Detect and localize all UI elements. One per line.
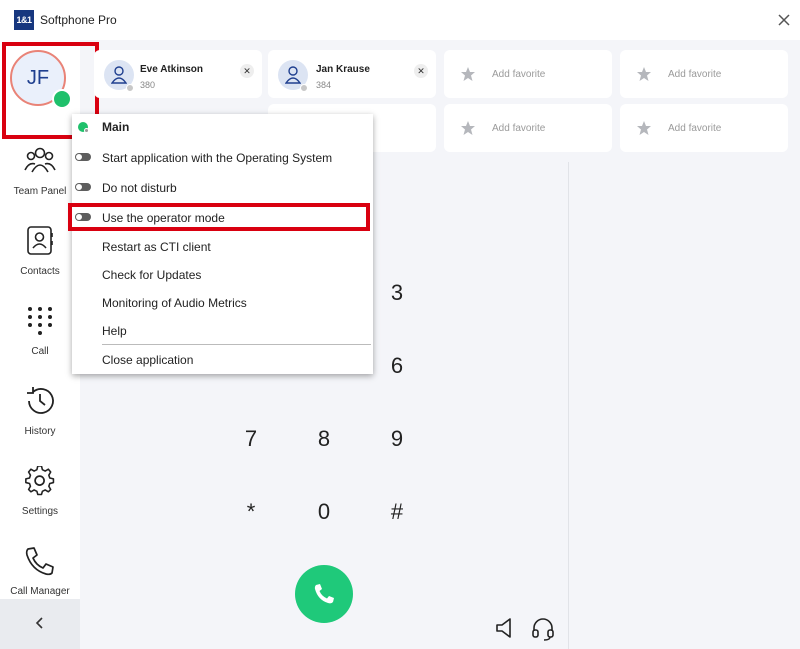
sidebar-collapse-button[interactable] — [0, 599, 80, 649]
gear-icon — [25, 466, 55, 496]
menu-title: Main — [102, 120, 130, 134]
contact-status-dot — [126, 84, 134, 92]
menu-item-check-updates[interactable]: Check for Updates — [72, 262, 373, 288]
sidebar-item-label: Call Manager — [10, 586, 70, 597]
panel-divider — [568, 162, 569, 649]
contact-number: 384 — [316, 80, 332, 90]
star-icon — [461, 121, 475, 135]
add-favorite-label: Add favorite — [492, 123, 546, 134]
sidebar-item-settings[interactable]: Settings — [0, 466, 80, 536]
dial-key-8[interactable]: 8 — [304, 426, 344, 456]
phone-icon — [25, 547, 54, 576]
contact-name: Eve Atkinson — [140, 64, 203, 75]
sidebar-item-label: Call — [31, 346, 49, 357]
highlight-box-operator-mode — [68, 203, 370, 231]
menu-item-label: Restart as CTI client — [102, 240, 211, 254]
main-menu: Main Start application with the Operatin… — [72, 114, 373, 374]
menu-item-start-with-os[interactable]: Start application with the Operating Sys… — [72, 145, 373, 171]
toggle-switch[interactable] — [75, 153, 91, 161]
menu-separator — [102, 344, 371, 345]
app-title: Softphone Pro — [40, 13, 117, 27]
dial-key-6[interactable]: 6 — [377, 353, 417, 383]
dialpad-icon — [28, 307, 52, 335]
add-favorite-label: Add favorite — [492, 69, 546, 80]
contact-number: 380 — [140, 80, 156, 90]
sidebar-item-label: Team Panel — [13, 186, 67, 197]
sidebar-item-label: History — [24, 426, 56, 437]
add-favorite-slot[interactable]: Add favorite — [620, 50, 788, 98]
menu-item-help[interactable]: Help — [72, 318, 373, 344]
add-favorite-slot[interactable]: Add favorite — [444, 104, 612, 152]
dial-key-9[interactable]: 9 — [377, 426, 417, 456]
speaker-icon[interactable] — [494, 616, 518, 640]
call-button[interactable] — [295, 565, 353, 623]
menu-item-restart-cti[interactable]: Restart as CTI client — [72, 234, 373, 260]
star-icon — [637, 121, 651, 135]
remove-favorite-button[interactable]: ✕ — [240, 64, 254, 78]
headset-icon[interactable] — [530, 616, 556, 642]
sidebar-item-contacts[interactable]: Contacts — [0, 226, 80, 296]
phone-icon — [314, 584, 334, 604]
team-icon — [24, 147, 56, 173]
menu-item-label: Help — [102, 324, 127, 338]
add-favorite-label: Add favorite — [668, 123, 722, 134]
app-logo: 1&1 — [14, 10, 34, 30]
favorite-contact[interactable]: Jan Krause 384 ✕ — [268, 50, 436, 98]
add-favorite-label: Add favorite — [668, 69, 722, 80]
menu-item-audio-metrics[interactable]: Monitoring of Audio Metrics — [72, 290, 373, 316]
dial-key-3[interactable]: 3 — [377, 280, 417, 310]
sidebar-item-call[interactable]: Call — [0, 306, 80, 376]
contacts-icon — [27, 226, 53, 255]
menu-item-label: Close application — [102, 353, 194, 367]
title-bar: 1&1 Softphone Pro — [0, 0, 800, 40]
add-favorite-slot[interactable]: Add favorite — [620, 104, 788, 152]
sidebar-item-history[interactable]: History — [0, 386, 80, 456]
dial-key-hash[interactable]: # — [377, 499, 417, 529]
remove-favorite-button[interactable]: ✕ — [414, 64, 428, 78]
sidebar-item-label: Settings — [21, 506, 59, 517]
user-icon — [111, 66, 127, 84]
close-icon[interactable] — [776, 12, 792, 28]
contact-name: Jan Krause — [316, 64, 370, 75]
star-icon — [461, 67, 475, 81]
toggle-switch[interactable] — [75, 183, 91, 191]
dial-key-7[interactable]: 7 — [231, 426, 271, 456]
menu-item-label: Do not disturb — [102, 181, 177, 195]
status-dot-secondary — [84, 128, 89, 133]
history-icon — [27, 387, 54, 414]
favorite-contact[interactable]: Eve Atkinson 380 ✕ — [94, 50, 262, 98]
add-favorite-slot[interactable]: Add favorite — [444, 50, 612, 98]
chevron-left-icon — [35, 617, 43, 629]
menu-item-label: Monitoring of Audio Metrics — [102, 296, 247, 310]
dial-key-0[interactable]: 0 — [304, 499, 344, 529]
menu-item-label: Check for Updates — [102, 268, 202, 282]
menu-item-label: Start application with the Operating Sys… — [102, 151, 333, 165]
menu-item-do-not-disturb[interactable]: Do not disturb — [72, 175, 373, 201]
contact-status-dot — [300, 84, 308, 92]
dial-key-star[interactable]: * — [231, 499, 271, 529]
star-icon — [637, 67, 651, 81]
sidebar-item-label: Contacts — [20, 266, 60, 277]
menu-item-close-application[interactable]: Close application — [72, 347, 373, 373]
user-icon — [285, 66, 301, 84]
